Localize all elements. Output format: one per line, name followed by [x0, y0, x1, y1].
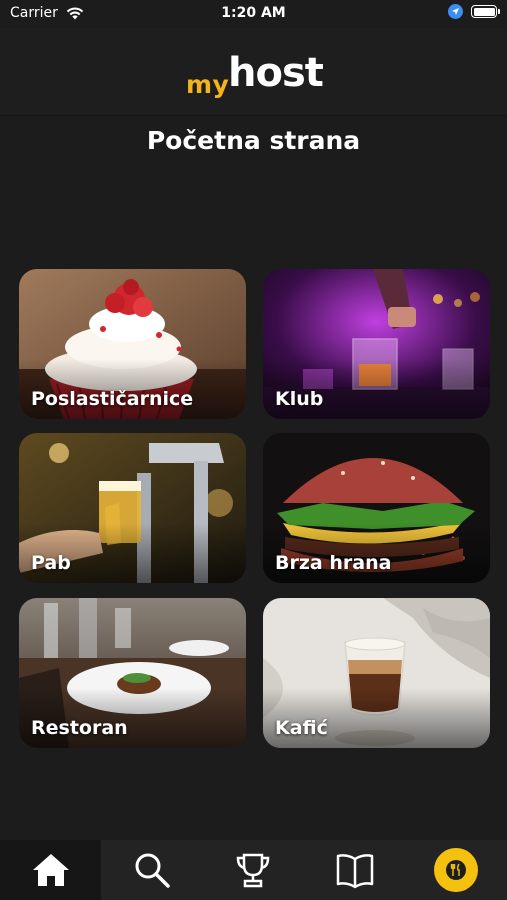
logo-my-text: my — [186, 70, 230, 99]
status-right — [448, 4, 500, 19]
category-label: Pab — [31, 552, 71, 574]
nav-profile[interactable] — [406, 840, 507, 900]
book-icon — [336, 854, 374, 889]
location-arrow-icon — [448, 4, 463, 19]
nav-book[interactable] — [304, 840, 405, 900]
nav-home[interactable] — [0, 840, 102, 900]
page-title: Početna strana — [146, 126, 361, 155]
logo-host-text: host — [228, 50, 324, 96]
category-card-restoran[interactable]: Restoran — [19, 598, 246, 748]
nav-trophy[interactable] — [203, 840, 304, 900]
category-label: Kafić — [275, 717, 328, 739]
status-bar: Carrier 1:20 AM — [0, 0, 507, 28]
search-icon — [135, 853, 170, 888]
category-card-klub[interactable]: Klub — [263, 269, 490, 419]
app-header: my host — [0, 28, 507, 116]
category-label: Brza hrana — [275, 552, 392, 574]
category-card-poslasticarnice[interactable]: Poslastičarnice — [19, 269, 246, 419]
fork-knife-avatar-icon — [434, 848, 479, 892]
nav-search[interactable] — [101, 840, 202, 900]
category-label: Klub — [275, 388, 324, 410]
category-card-brza-hrana[interactable]: Brza hrana — [263, 433, 490, 583]
category-card-kafic[interactable]: Kafić — [263, 598, 490, 748]
home-icon — [32, 854, 69, 886]
category-label: Restoran — [31, 717, 128, 739]
app-logo: my host — [186, 48, 326, 104]
trophy-icon — [237, 853, 270, 888]
status-time: 1:20 AM — [221, 5, 286, 21]
category-label: Poslastičarnice — [31, 388, 194, 410]
bottom-nav — [0, 840, 507, 900]
battery-icon — [471, 5, 500, 18]
category-card-pab[interactable]: Pab — [19, 433, 246, 583]
